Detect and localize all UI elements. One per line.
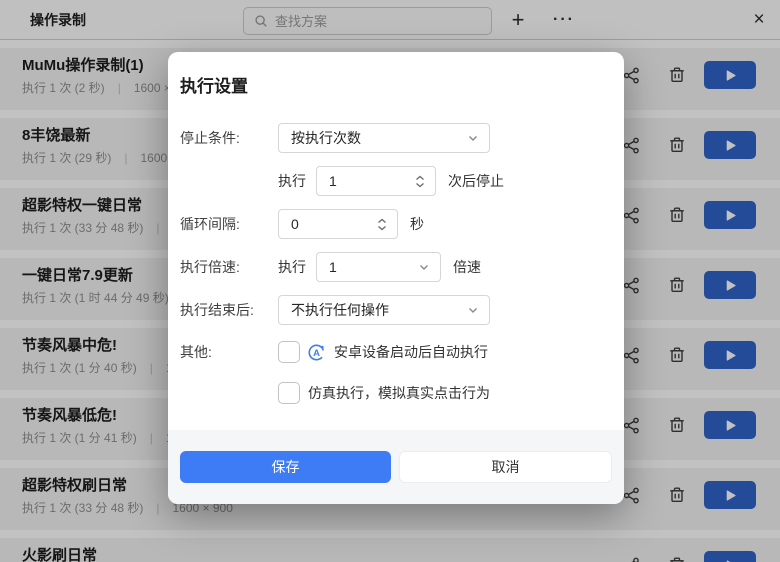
loop-interval-stepper[interactable]: 0 <box>278 209 398 239</box>
dialog-footer: 保存 取消 <box>168 430 624 504</box>
simulate-checkbox[interactable] <box>278 382 300 404</box>
auto-start-checkbox[interactable] <box>278 341 300 363</box>
dialog-title: 执行设置 <box>180 77 248 96</box>
cancel-button[interactable]: 取消 <box>399 451 612 483</box>
after-end-select[interactable]: 不执行任何操作 <box>278 295 490 325</box>
exec-speed-unit: 倍速 <box>453 259 481 275</box>
stop-condition-label: 停止条件: <box>180 130 240 146</box>
auto-start-label: 安卓设备启动后自动执行 <box>334 344 488 360</box>
exec-count-value: 1 <box>329 173 337 189</box>
after-end-value: 不执行任何操作 <box>291 302 389 318</box>
after-end-row: 执行结束后: 不执行任何操作 <box>180 295 612 325</box>
stepper-arrows-icon[interactable] <box>377 218 387 231</box>
execution-settings-dialog: 执行设置 停止条件: 按执行次数 执行 1 次后停止 循环间隔: 0 秒 执行倍… <box>168 52 624 504</box>
loop-interval-row: 循环间隔: 0 秒 <box>180 209 612 239</box>
chevron-down-icon <box>469 136 477 141</box>
app-window: 操作录制 + ··· × MuMu操作录制(1) 执行 1 次 (2 秒) | … <box>0 0 780 562</box>
chevron-down-icon <box>420 265 428 270</box>
loop-interval-value: 0 <box>291 216 299 232</box>
other-row-simulate: 仿真执行，模拟真实点击行为 <box>180 382 612 404</box>
exec-speed-select[interactable]: 1 <box>316 252 441 282</box>
stop-condition-row: 停止条件: 按执行次数 <box>180 123 612 153</box>
exec-speed-value: 1 <box>329 259 337 275</box>
chevron-down-icon <box>469 308 477 313</box>
svg-text:A: A <box>313 347 320 358</box>
stop-condition-select[interactable]: 按执行次数 <box>278 123 490 153</box>
stop-condition-value: 按执行次数 <box>291 130 361 146</box>
other-row-auto-start: 其他: A 安卓设备启动后自动执行 <box>180 341 612 363</box>
simulate-label: 仿真执行，模拟真实点击行为 <box>308 385 490 401</box>
save-button[interactable]: 保存 <box>180 451 391 483</box>
other-label: 其他: <box>180 344 212 360</box>
exec-speed-label: 执行倍速: <box>180 259 240 275</box>
exec-speed-row: 执行倍速: 执行 1 倍速 <box>180 252 612 282</box>
loop-interval-label: 循环间隔: <box>180 216 240 232</box>
exec-speed-prefix: 执行 <box>278 259 306 275</box>
stepper-arrows-icon[interactable] <box>415 175 425 188</box>
after-end-label: 执行结束后: <box>180 302 254 318</box>
exec-count-row: 执行 1 次后停止 <box>180 166 612 196</box>
exec-count-suffix: 次后停止 <box>448 173 504 189</box>
loop-interval-unit: 秒 <box>410 216 424 232</box>
exec-count-prefix: 执行 <box>278 173 306 189</box>
android-icon: A <box>308 343 325 361</box>
exec-count-stepper[interactable]: 1 <box>316 166 436 196</box>
